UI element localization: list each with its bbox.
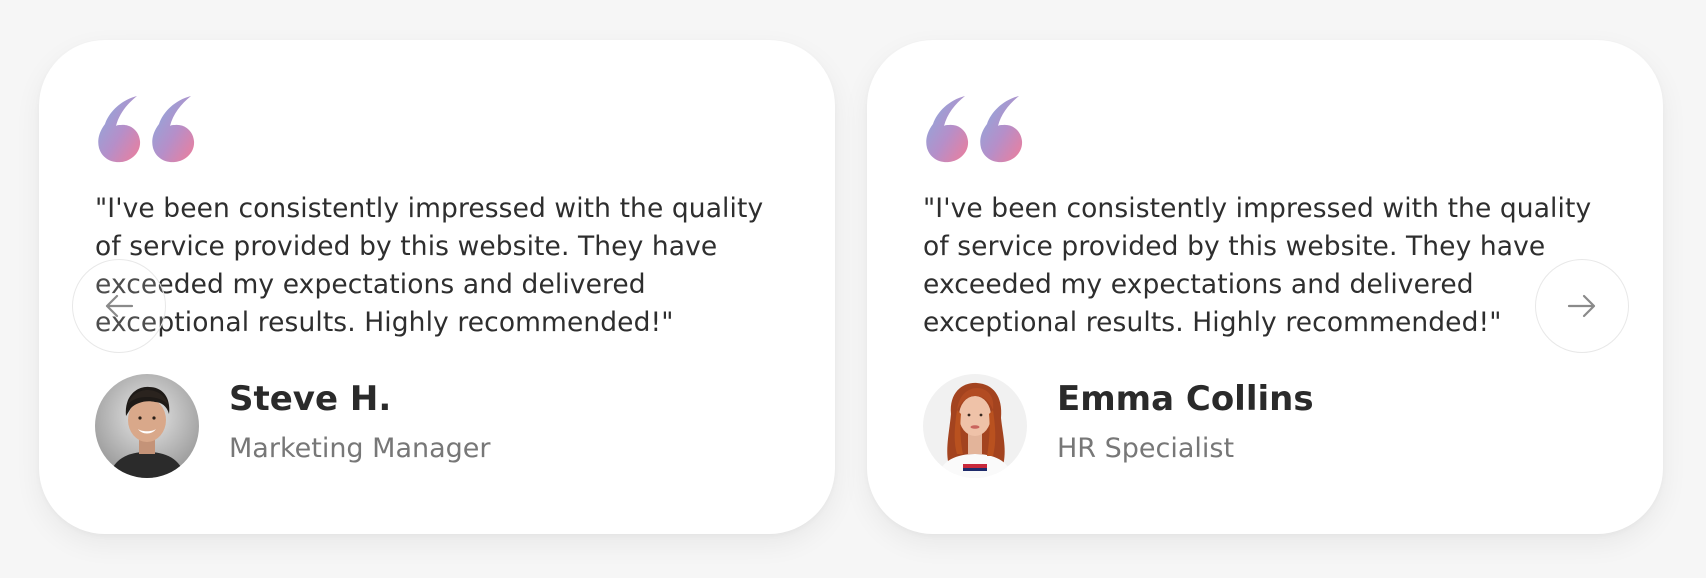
next-button[interactable] [1535, 259, 1629, 353]
author-role: Marketing Manager [229, 433, 491, 464]
testimonial-quote: "I've been consistently impressed with t… [923, 193, 1592, 338]
author-name: Emma Collins [1057, 379, 1314, 419]
previous-button[interactable] [72, 259, 166, 353]
author-role: HR Specialist [1057, 433, 1235, 464]
testimonial-quote: "I've been consistently impressed with t… [95, 193, 764, 338]
quote-icon [926, 96, 1023, 163]
testimonial-carousel: "I've been consistently impressed with t… [0, 0, 1706, 578]
testimonial-author: Steve H. Marketing Manager [95, 374, 491, 478]
quote-icon [98, 96, 195, 163]
author-name: Steve H. [229, 379, 392, 419]
avatar [95, 374, 199, 478]
arrow-left-icon [105, 294, 134, 318]
man-smiling-avatar [95, 374, 199, 478]
woman-red-hair-avatar [923, 374, 1027, 478]
testimonial-author: Emma Collins HR Specialist [923, 374, 1314, 478]
arrow-right-icon [1567, 294, 1596, 318]
avatar [923, 374, 1027, 478]
